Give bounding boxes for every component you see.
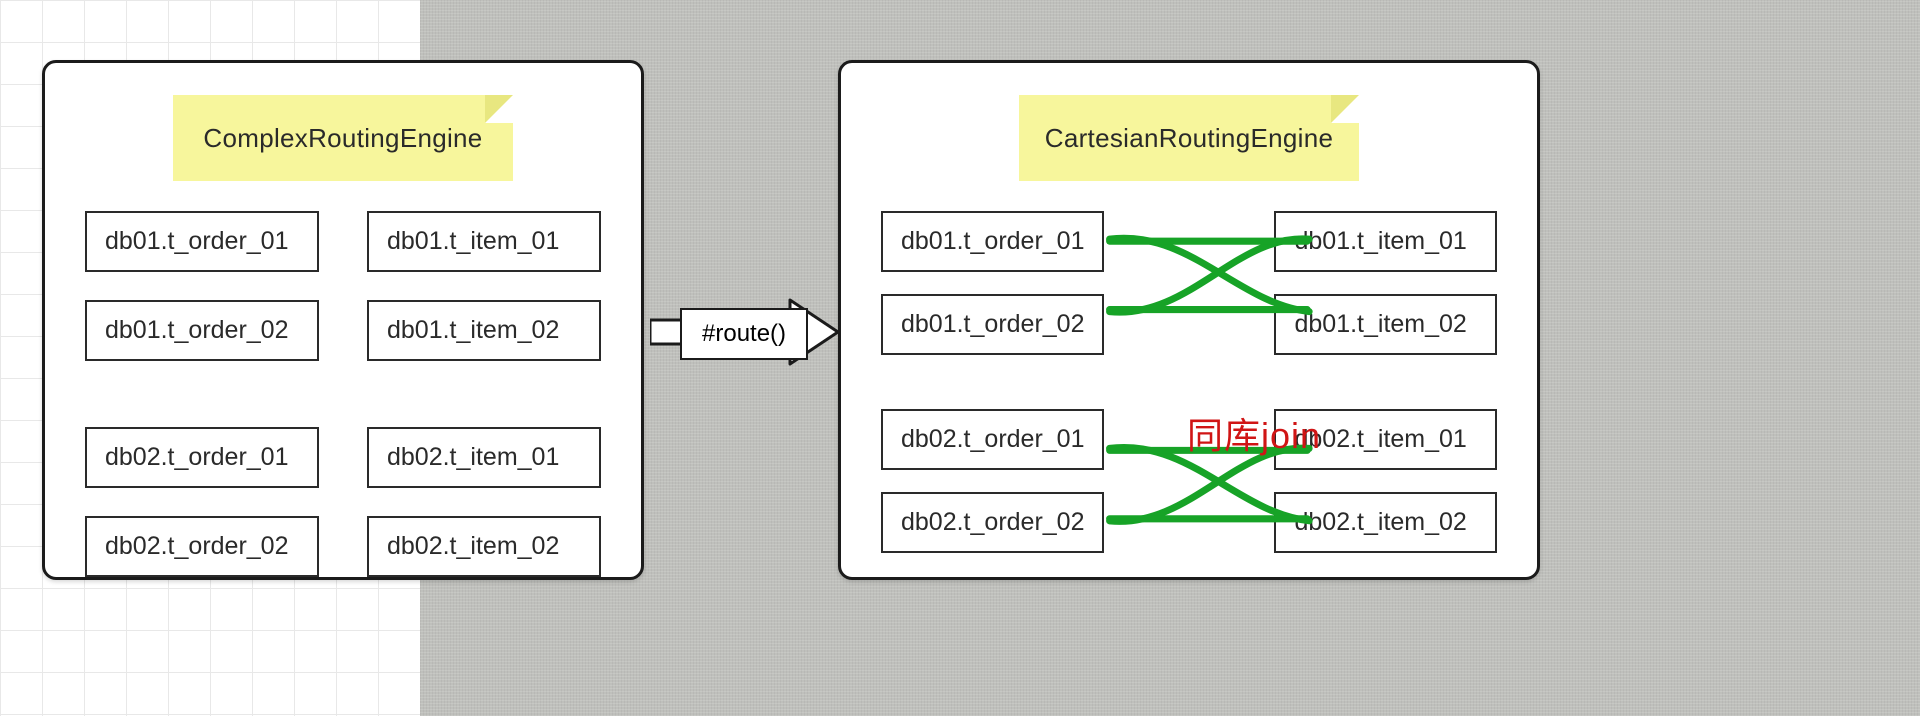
table-box: db01.t_item_02: [1274, 294, 1497, 355]
route-arrow: #route(): [650, 290, 840, 374]
left-box-grid: db01.t_order_01 db01.t_item_01 db01.t_or…: [73, 211, 613, 577]
table-box: db01.t_item_02: [367, 300, 601, 361]
table-box: db02.t_order_02: [881, 492, 1104, 553]
table-box: db02.t_item_02: [367, 516, 601, 577]
sticky-note-left-label: ComplexRoutingEngine: [203, 123, 482, 154]
right-box-grid: db01.t_order_01 db01.t_item_01 db01.t_or…: [869, 211, 1509, 553]
table-box: db02.t_item_01: [1274, 409, 1497, 470]
table-box: db01.t_item_01: [1274, 211, 1497, 272]
table-box: db02.t_order_02: [85, 516, 319, 577]
table-box: db01.t_order_01: [85, 211, 319, 272]
sticky-note-right-label: CartesianRoutingEngine: [1045, 123, 1333, 154]
route-arrow-label: #route(): [680, 308, 808, 360]
table-box: db01.t_order_01: [881, 211, 1104, 272]
sticky-note-left: ComplexRoutingEngine: [173, 95, 513, 181]
row-gap: [881, 377, 1497, 387]
sticky-note-fold-icon: [485, 95, 513, 123]
table-box: db02.t_order_01: [85, 427, 319, 488]
table-box: db01.t_order_02: [881, 294, 1104, 355]
sticky-note-fold-icon: [1331, 95, 1359, 123]
card-cartesian-routing: CartesianRoutingEngine db01.t_order_01 d…: [838, 60, 1540, 580]
table-box: db01.t_order_02: [85, 300, 319, 361]
table-box: db01.t_item_01: [367, 211, 601, 272]
card-complex-routing: ComplexRoutingEngine db01.t_order_01 db0…: [42, 60, 644, 580]
table-box: db02.t_item_01: [367, 427, 601, 488]
row-gap: [85, 389, 601, 399]
table-box: db02.t_item_02: [1274, 492, 1497, 553]
table-box: db02.t_order_01: [881, 409, 1104, 470]
sticky-note-right: CartesianRoutingEngine: [1019, 95, 1359, 181]
